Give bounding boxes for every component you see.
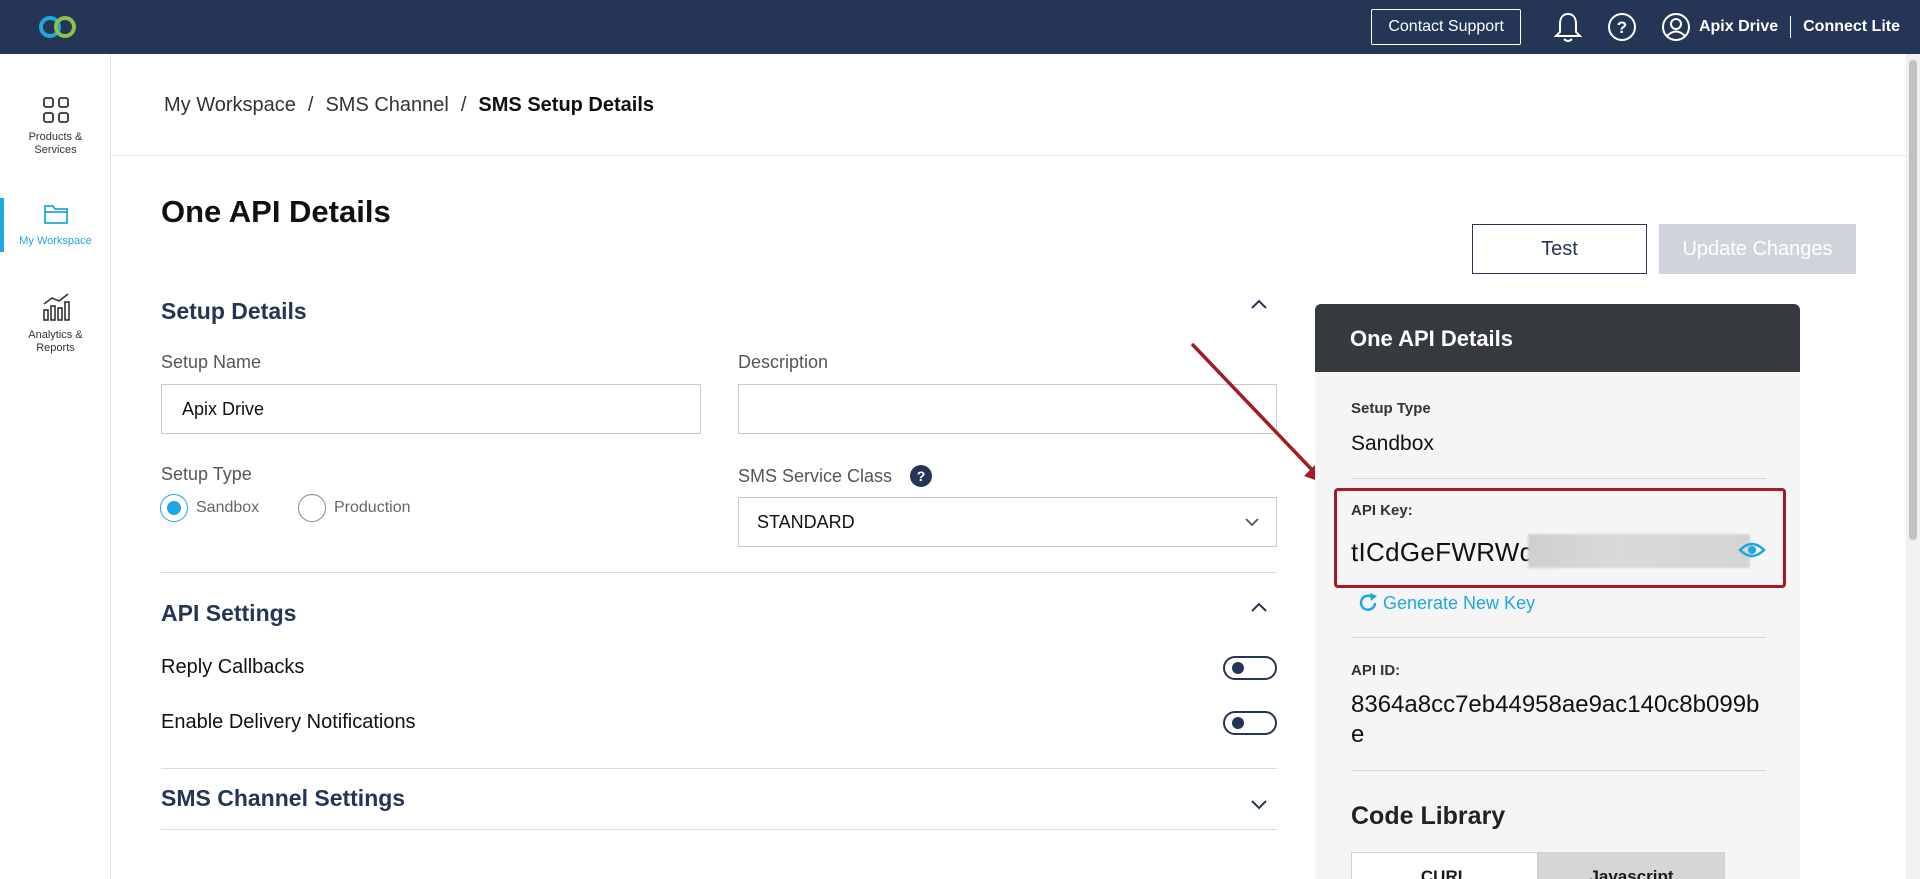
page-scrollbar[interactable]: [1906, 54, 1920, 879]
api-id-value: 8364a8cc7eb44958ae9ac140c8b099be: [1351, 691, 1760, 748]
sms-service-class-value: STANDARD: [757, 512, 855, 532]
app-name[interactable]: Connect Lite: [1803, 18, 1900, 36]
code-library-tabs: CURL Javascript: [1351, 852, 1726, 879]
panel-setup-type-value: Sandbox: [1351, 432, 1434, 455]
panel-divider: [1351, 478, 1766, 479]
panel-setup-type-label: Setup Type: [1351, 400, 1431, 417]
panel-title: One API Details: [1350, 326, 1514, 351]
contact-support-button[interactable]: Contact Support: [1371, 9, 1521, 45]
radio-production-label: Production: [334, 499, 411, 516]
radio-sandbox-label: Sandbox: [196, 499, 260, 516]
logo-icon[interactable]: [36, 11, 80, 43]
section-divider: [161, 572, 1277, 573]
eye-icon[interactable]: [1738, 540, 1766, 560]
reply-callbacks-label: Reply Callbacks: [161, 656, 305, 678]
chevron-up-icon[interactable]: [1250, 298, 1268, 310]
reply-callbacks-toggle[interactable]: [1223, 656, 1277, 680]
breadcrumb-separator: /: [460, 94, 467, 116]
sidebar-item-label: My Workspace: [19, 235, 92, 247]
tab-javascript[interactable]: Javascript: [1538, 852, 1725, 879]
breadcrumb-item-sms-channel[interactable]: SMS Channel: [325, 94, 448, 116]
setup-type-label: Setup Type: [161, 464, 252, 484]
sms-service-class-select[interactable]: STANDARD: [738, 497, 1277, 547]
top-divider: [1790, 16, 1792, 38]
delivery-notifications-label: Enable Delivery Notifications: [161, 711, 416, 733]
sms-service-class-label: SMS Service Class: [738, 466, 893, 486]
sms-channel-settings-title[interactable]: SMS Channel Settings: [161, 785, 405, 812]
help-badge-icon[interactable]: ?: [910, 465, 932, 487]
setup-name-label: Setup Name: [161, 352, 262, 372]
generate-new-key-link[interactable]: Generate New Key: [1357, 592, 1535, 614]
help-icon[interactable]: ?: [1605, 10, 1639, 44]
update-changes-button[interactable]: Update Changes: [1659, 224, 1856, 274]
radio-production[interactable]: Production: [298, 494, 411, 522]
api-id-label: API ID:: [1351, 662, 1401, 679]
panel-header: One API Details: [1315, 304, 1800, 372]
radio-production-control[interactable]: [298, 494, 326, 522]
api-key-redaction: [1528, 534, 1750, 568]
folder-icon: [43, 205, 68, 224]
breadcrumb-item-current: SMS Setup Details: [478, 94, 655, 116]
chevron-up-icon[interactable]: [1250, 601, 1268, 613]
panel-divider: [1351, 770, 1766, 771]
sidebar-item-label: Reports: [36, 342, 75, 354]
annotation-arrow-icon: [1190, 342, 1326, 484]
sidebar-item-analytics-reports[interactable]: Analytics & Reports: [0, 292, 111, 355]
radio-sandbox[interactable]: Sandbox: [160, 494, 259, 522]
radio-sandbox-control[interactable]: [160, 494, 188, 522]
top-bar: Contact Support ? Apix Drive Connect Lit…: [0, 0, 1920, 54]
grid-icon: [42, 97, 69, 123]
sidebar-item-label: Products &: [28, 131, 83, 143]
sidebar-item-label: Analytics &: [28, 329, 83, 341]
api-key-label: API Key:: [1351, 502, 1413, 519]
setup-name-input[interactable]: [161, 384, 701, 434]
tab-curl[interactable]: CURL: [1351, 852, 1538, 879]
test-button[interactable]: Test: [1472, 224, 1647, 274]
user-avatar-icon[interactable]: [1659, 10, 1693, 44]
code-library-title: Code Library: [1351, 802, 1506, 830]
bell-icon[interactable]: [1551, 10, 1585, 44]
chevron-down-icon[interactable]: [1250, 798, 1268, 810]
breadcrumb-item-my-workspace[interactable]: My Workspace: [164, 94, 296, 116]
sidebar-item-my-workspace[interactable]: My Workspace: [0, 200, 111, 248]
page-title: One API Details: [161, 194, 391, 229]
breadcrumb: My Workspace / SMS Channel / SMS Setup Detai…: [164, 94, 654, 117]
api-settings-title[interactable]: API Settings: [161, 600, 296, 627]
chevron-down-icon: [1245, 518, 1259, 527]
description-label: Description: [738, 352, 829, 372]
breadcrumb-bar: My Workspace / SMS Channel / SMS Setup Detai…: [111, 54, 1906, 156]
sidebar-item-products-services[interactable]: Products & Services: [0, 96, 111, 157]
user-name[interactable]: Apix Drive: [1699, 18, 1778, 36]
section-divider: [161, 829, 1277, 830]
setup-details-title[interactable]: Setup Details: [161, 298, 307, 325]
breadcrumb-separator: /: [307, 94, 314, 116]
sidebar: Products & Services My Workspace Analyti…: [0, 54, 111, 879]
generate-new-key-label: Generate New Key: [1383, 592, 1536, 613]
refresh-icon: [1359, 593, 1377, 611]
delivery-notifications-toggle[interactable]: [1223, 711, 1277, 735]
api-key-value: tICdGeFWRWq: [1351, 537, 1535, 567]
analytics-icon: [42, 293, 70, 321]
panel-divider: [1351, 637, 1766, 638]
scrollbar-thumb[interactable]: [1909, 60, 1917, 540]
one-api-details-panel: One API Details Setup Type Sandbox API K…: [1315, 304, 1800, 879]
svg-text:?: ?: [1617, 18, 1627, 37]
section-divider: [161, 768, 1277, 769]
sidebar-item-label: Services: [34, 144, 77, 156]
